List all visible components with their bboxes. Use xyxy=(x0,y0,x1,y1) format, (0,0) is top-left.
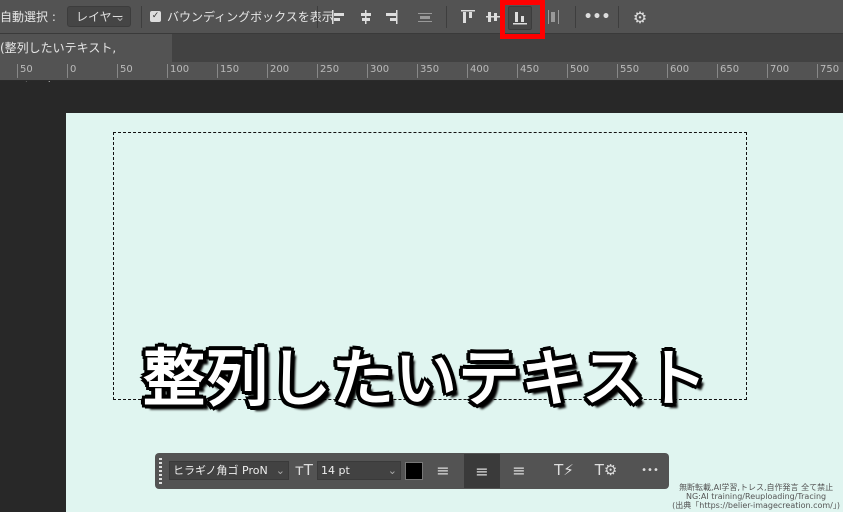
more-icon[interactable]: ••• xyxy=(584,6,611,28)
canvas-text-layer[interactable]: 整列したいテキスト xyxy=(143,328,708,418)
text-properties-icon[interactable]: T⚙ xyxy=(595,459,618,481)
ruler-label: 50 xyxy=(117,64,133,78)
align-right-edges-icon[interactable] xyxy=(380,6,402,28)
checkbox-icon: ✓ xyxy=(150,11,161,22)
align-left-edges-icon[interactable] xyxy=(328,6,350,28)
ruler-label: 750 xyxy=(817,64,839,78)
ruler-label: 300 xyxy=(367,64,389,78)
ruler-label: 450 xyxy=(517,64,539,78)
ruler-label: 600 xyxy=(667,64,689,78)
ruler-label: 50 xyxy=(17,64,33,78)
ruler-label: 150 xyxy=(217,64,239,78)
ruler-label: 0 xyxy=(67,64,76,78)
align-text-left-icon[interactable]: ≡ xyxy=(432,459,454,481)
font-family-select[interactable]: ヒラギノ角ゴ ProN ⌄ xyxy=(169,461,289,480)
more-icon[interactable]: ••• xyxy=(639,459,661,481)
distribute-vertical-icon[interactable] xyxy=(543,6,565,28)
ruler-label: 350 xyxy=(417,64,439,78)
align-top-edges-icon[interactable] xyxy=(457,6,479,28)
ruler-label: 400 xyxy=(467,64,489,78)
distribute-icon[interactable] xyxy=(414,6,436,28)
watermark: 無断転載,AI学習,トレス,自作発言 全て禁止 NG:AI training/Re… xyxy=(672,483,840,510)
font-size-value: 14 pt xyxy=(321,464,350,477)
align-horizontal-centers-icon[interactable] xyxy=(355,6,377,28)
gear-icon[interactable]: ⚙ xyxy=(629,6,651,28)
chevron-down-icon: ⌄ xyxy=(275,464,285,477)
ruler-label: 500 xyxy=(567,64,589,78)
ruler-label: 550 xyxy=(617,64,639,78)
highlight-box xyxy=(500,0,545,39)
ruler-label: 250 xyxy=(317,64,339,78)
chevron-down-icon: ⌄ xyxy=(114,10,125,24)
bounding-box-checkbox[interactable]: ✓ バウンディングボックスを表示 xyxy=(150,0,334,33)
ruler-label: 100 xyxy=(167,64,189,78)
align-text-center-icon[interactable]: ≡ xyxy=(464,454,500,488)
text-color-swatch[interactable] xyxy=(405,462,423,480)
font-size-icon: ᴛT xyxy=(295,461,313,479)
layer-select[interactable]: レイヤー ⌄ xyxy=(67,6,131,27)
document-tab[interactable]: (整列したいテキスト, RGB/8#) *× xyxy=(0,34,172,83)
options-toolbar: 自動選択 : レイヤー ⌄ ✓ バウンディングボックスを表示 ••• ⚙ xyxy=(0,0,843,39)
ruler-label: 650 xyxy=(717,64,739,78)
ruler-label: 700 xyxy=(767,64,789,78)
ruler-label: 200 xyxy=(267,64,289,78)
bounding-box-label: バウンディングボックスを表示 xyxy=(167,10,334,24)
auto-select-label: 自動選択 : xyxy=(0,10,56,24)
text-warp-icon[interactable]: T⚡ xyxy=(553,459,575,481)
contextual-task-bar: ヒラギノ角ゴ ProN ⌄ ᴛT 14 pt ⌄ ≡ ≡ ≡ T⚡ T⚙ ••• xyxy=(155,453,669,489)
font-size-select[interactable]: 14 pt ⌄ xyxy=(317,461,401,480)
chevron-down-icon: ⌄ xyxy=(387,464,397,477)
horizontal-ruler: 50 0 50 100 150 200 250 300 350 400 450 500 550 600 65… xyxy=(0,62,843,81)
drag-handle[interactable] xyxy=(159,458,162,484)
font-family-value: ヒラギノ角ゴ ProN xyxy=(173,464,268,477)
align-text-right-icon[interactable]: ≡ xyxy=(508,459,530,481)
